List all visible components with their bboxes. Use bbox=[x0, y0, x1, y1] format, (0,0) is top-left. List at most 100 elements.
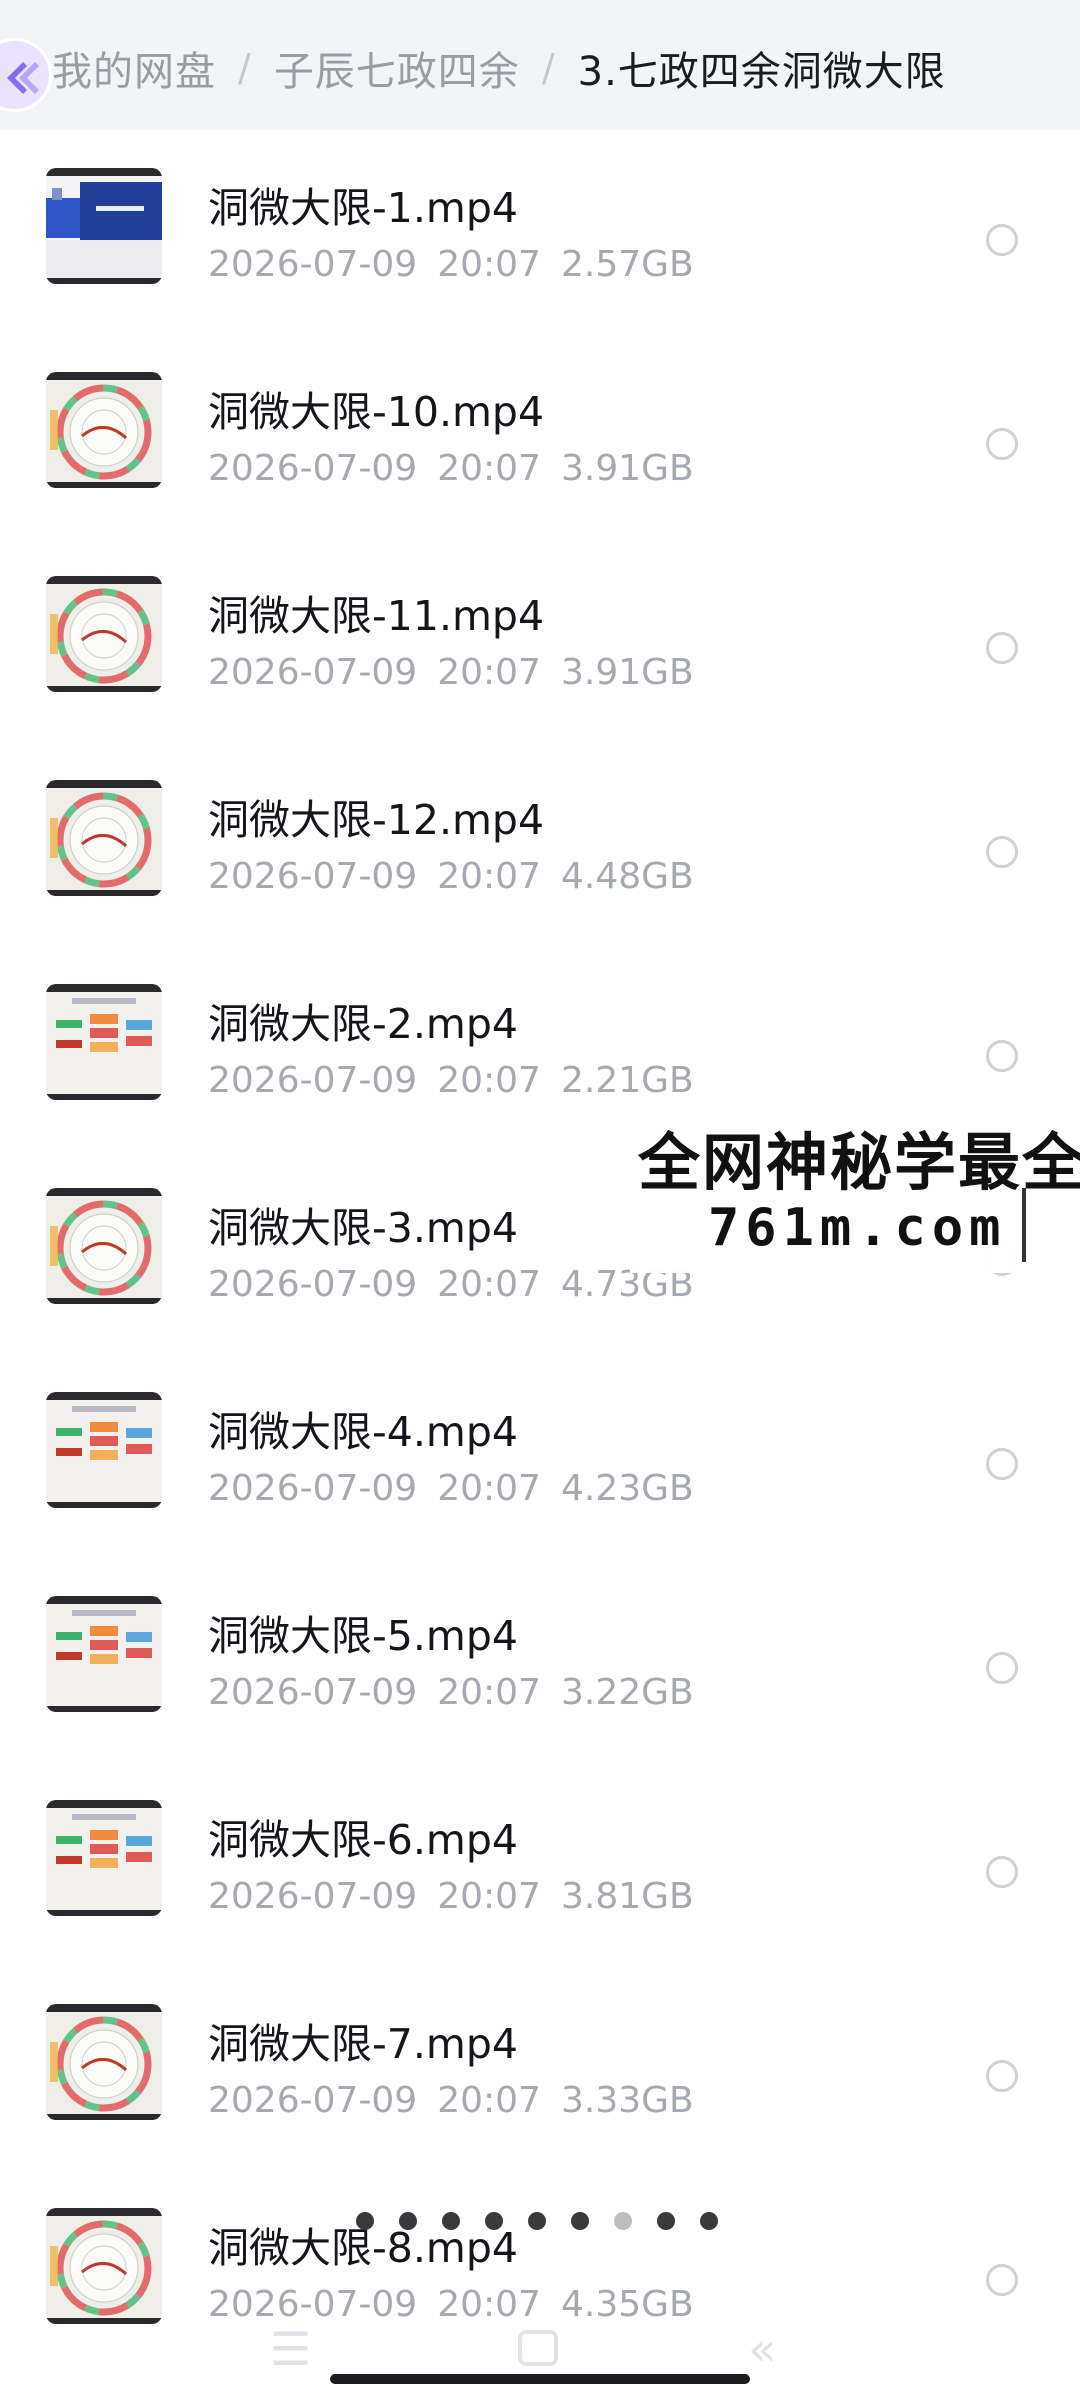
back-icon[interactable]: « bbox=[748, 2322, 776, 2376]
file-meta: 2026-07-09 20:07 3.22GB bbox=[208, 1672, 714, 1713]
menu-icon[interactable]: ☰ bbox=[270, 2322, 311, 2376]
file-date: 2026-07-09 bbox=[208, 2080, 418, 2121]
file-date: 2026-07-09 bbox=[208, 2284, 418, 2325]
select-radio[interactable] bbox=[986, 2060, 1018, 2092]
home-indicator[interactable] bbox=[330, 2374, 750, 2384]
page-dot[interactable] bbox=[571, 2212, 589, 2230]
page-dot[interactable] bbox=[528, 2212, 546, 2230]
file-time: 20:07 bbox=[437, 1060, 541, 1101]
file-time: 20:07 bbox=[437, 1468, 541, 1509]
page-dot[interactable] bbox=[700, 2212, 718, 2230]
watermark-url: 761m.com bbox=[708, 1198, 1007, 1258]
file-time: 20:07 bbox=[437, 448, 541, 489]
file-meta: 2026-07-09 20:07 4.48GB bbox=[208, 856, 714, 897]
file-date: 2026-07-09 bbox=[208, 1672, 418, 1713]
file-name: 洞微大限-5.mp4 bbox=[208, 1612, 518, 1660]
header: 我的网盘 / 子辰七政四余 / 3.七政四余洞微大限 bbox=[0, 0, 1080, 130]
file-row[interactable]: 洞微大限-12.mp4 2026-07-09 20:07 4.48GB bbox=[0, 746, 1080, 950]
breadcrumb-item-current: 3.七政四余洞微大限 bbox=[577, 49, 946, 95]
breadcrumb-item-folder[interactable]: 子辰七政四余 bbox=[274, 39, 520, 97]
chart-thumbnail-art bbox=[46, 2012, 162, 2114]
file-row[interactable]: 洞微大限-7.mp4 2026-07-09 20:07 3.33GB bbox=[0, 1970, 1080, 2174]
file-size: 4.48GB bbox=[560, 856, 694, 897]
file-list-screen: 我的网盘 / 子辰七政四余 / 3.七政四余洞微大限 洞微大限-1.mp4 202… bbox=[0, 0, 1080, 2400]
video-thumbnail bbox=[46, 1596, 162, 1712]
file-meta: 2026-07-09 20:07 3.91GB bbox=[208, 652, 714, 693]
select-radio[interactable] bbox=[986, 836, 1018, 868]
chart-thumbnail-art bbox=[46, 2216, 162, 2318]
file-meta: 2026-07-09 20:07 3.33GB bbox=[208, 2080, 714, 2121]
video-thumbnail bbox=[46, 780, 162, 896]
file-size: 3.22GB bbox=[560, 1672, 694, 1713]
file-time: 20:07 bbox=[437, 1876, 541, 1917]
file-time: 20:07 bbox=[437, 652, 541, 693]
back-button[interactable] bbox=[0, 38, 52, 112]
breadcrumb-item-root[interactable]: 我的网盘 bbox=[52, 39, 216, 97]
file-name: 洞微大限-12.mp4 bbox=[208, 796, 545, 844]
file-row[interactable]: 洞微大限-11.mp4 2026-07-09 20:07 3.91GB bbox=[0, 542, 1080, 746]
text-cursor bbox=[1022, 1188, 1026, 1262]
select-radio[interactable] bbox=[986, 1040, 1018, 1072]
file-row[interactable]: 洞微大限-6.mp4 2026-07-09 20:07 3.81GB bbox=[0, 1766, 1080, 1970]
slide-thumbnail-art bbox=[46, 1808, 162, 1910]
file-name: 洞微大限-3.mp4 bbox=[208, 1204, 518, 1252]
file-meta: 2026-07-09 20:07 2.21GB bbox=[208, 1060, 714, 1101]
file-date: 2026-07-09 bbox=[208, 244, 418, 285]
watermark-overlay: 全网神秘学最全 761m.com bbox=[630, 1098, 1080, 1273]
file-meta: 2026-07-09 20:07 4.35GB bbox=[208, 2284, 714, 2325]
file-size: 4.35GB bbox=[560, 2284, 694, 2325]
file-row[interactable]: 洞微大限-10.mp4 2026-07-09 20:07 3.91GB bbox=[0, 338, 1080, 542]
select-radio[interactable] bbox=[986, 1856, 1018, 1888]
file-row[interactable]: 洞微大限-4.mp4 2026-07-09 20:07 4.23GB bbox=[0, 1358, 1080, 1562]
chevron-left-icon bbox=[7, 62, 39, 94]
file-time: 20:07 bbox=[437, 1672, 541, 1713]
breadcrumb-separator: / bbox=[238, 46, 252, 90]
video-thumbnail bbox=[46, 1188, 162, 1304]
file-size: 3.91GB bbox=[560, 448, 694, 489]
file-size: 2.57GB bbox=[560, 244, 694, 285]
file-size: 2.21GB bbox=[560, 1060, 694, 1101]
page-dot[interactable] bbox=[399, 2212, 417, 2230]
file-size: 3.91GB bbox=[560, 652, 694, 693]
slide-thumbnail-art bbox=[46, 992, 162, 1094]
video-thumbnail bbox=[46, 1392, 162, 1508]
breadcrumb: 我的网盘 / 子辰七政四余 / 3.七政四余洞微大限 bbox=[52, 38, 946, 98]
file-row[interactable]: 洞微大限-5.mp4 2026-07-09 20:07 3.22GB bbox=[0, 1562, 1080, 1766]
page-dot[interactable] bbox=[485, 2212, 503, 2230]
select-radio[interactable] bbox=[986, 1652, 1018, 1684]
file-date: 2026-07-09 bbox=[208, 856, 418, 897]
slide-thumbnail-art bbox=[46, 176, 162, 278]
page-dot[interactable] bbox=[356, 2212, 374, 2230]
page-indicator bbox=[356, 2212, 743, 2230]
file-time: 20:07 bbox=[437, 1264, 541, 1305]
file-date: 2026-07-09 bbox=[208, 448, 418, 489]
video-thumbnail bbox=[46, 984, 162, 1100]
watermark-text: 全网神秘学最全 bbox=[638, 1126, 1080, 1199]
file-name: 洞微大限-2.mp4 bbox=[208, 1000, 518, 1048]
file-date: 2026-07-09 bbox=[208, 1468, 418, 1509]
select-radio[interactable] bbox=[986, 224, 1018, 256]
home-icon[interactable] bbox=[518, 2330, 558, 2366]
slide-thumbnail-art bbox=[46, 1604, 162, 1706]
file-name: 洞微大限-4.mp4 bbox=[208, 1408, 518, 1456]
page-dot[interactable] bbox=[614, 2212, 632, 2230]
select-radio[interactable] bbox=[986, 2264, 1018, 2296]
page-dot[interactable] bbox=[442, 2212, 460, 2230]
file-name: 洞微大限-10.mp4 bbox=[208, 388, 545, 436]
video-thumbnail bbox=[46, 1800, 162, 1916]
file-row[interactable]: 洞微大限-1.mp4 2026-07-09 20:07 2.57GB bbox=[0, 134, 1080, 338]
page-dot[interactable] bbox=[657, 2212, 675, 2230]
select-radio[interactable] bbox=[986, 632, 1018, 664]
slide-thumbnail-art bbox=[46, 1400, 162, 1502]
chart-thumbnail-art bbox=[46, 1196, 162, 1298]
select-radio[interactable] bbox=[986, 1448, 1018, 1480]
file-meta: 2026-07-09 20:07 3.81GB bbox=[208, 1876, 714, 1917]
breadcrumb-separator: / bbox=[541, 46, 556, 90]
file-size: 3.33GB bbox=[560, 2080, 694, 2121]
file-date: 2026-07-09 bbox=[208, 1060, 418, 1101]
chart-thumbnail-art bbox=[46, 380, 162, 482]
file-name: 洞微大限-6.mp4 bbox=[208, 1816, 518, 1864]
file-time: 20:07 bbox=[437, 856, 541, 897]
select-radio[interactable] bbox=[986, 428, 1018, 460]
chart-thumbnail-art bbox=[46, 584, 162, 686]
